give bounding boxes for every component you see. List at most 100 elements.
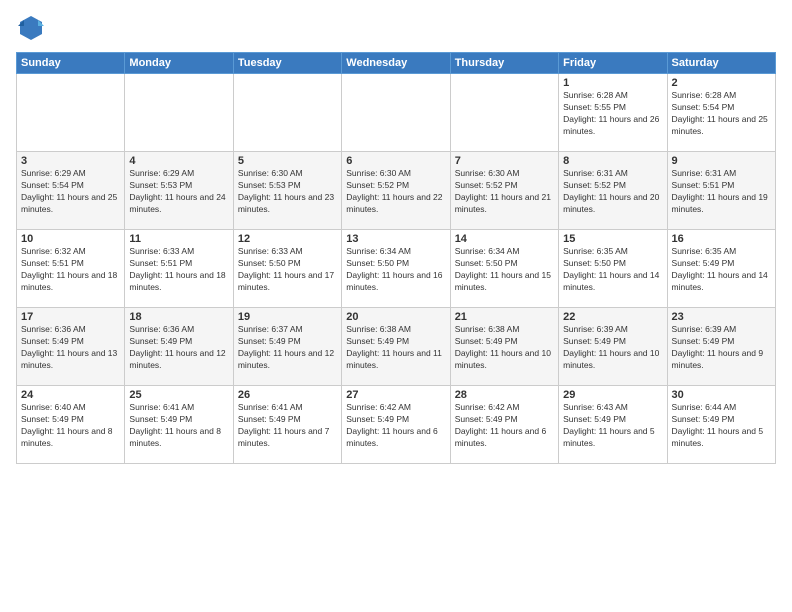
calendar-cell: 14Sunrise: 6:34 AM Sunset: 5:50 PM Dayli…	[450, 230, 558, 308]
day-number: 26	[238, 389, 337, 401]
calendar-cell	[17, 74, 125, 152]
calendar-cell: 28Sunrise: 6:42 AM Sunset: 5:49 PM Dayli…	[450, 386, 558, 464]
day-info: Sunrise: 6:41 AM Sunset: 5:49 PM Dayligh…	[238, 402, 337, 450]
day-number: 24	[21, 389, 120, 401]
day-number: 27	[346, 389, 445, 401]
calendar-table: SundayMondayTuesdayWednesdayThursdayFrid…	[16, 52, 776, 464]
day-info: Sunrise: 6:38 AM Sunset: 5:49 PM Dayligh…	[346, 324, 445, 372]
day-info: Sunrise: 6:28 AM Sunset: 5:55 PM Dayligh…	[563, 90, 662, 138]
day-number: 4	[129, 155, 228, 167]
day-number: 25	[129, 389, 228, 401]
day-info: Sunrise: 6:38 AM Sunset: 5:49 PM Dayligh…	[455, 324, 554, 372]
day-info: Sunrise: 6:41 AM Sunset: 5:49 PM Dayligh…	[129, 402, 228, 450]
day-info: Sunrise: 6:30 AM Sunset: 5:52 PM Dayligh…	[346, 168, 445, 216]
day-info: Sunrise: 6:30 AM Sunset: 5:53 PM Dayligh…	[238, 168, 337, 216]
day-info: Sunrise: 6:40 AM Sunset: 5:49 PM Dayligh…	[21, 402, 120, 450]
day-info: Sunrise: 6:33 AM Sunset: 5:51 PM Dayligh…	[129, 246, 228, 294]
calendar-cell: 16Sunrise: 6:35 AM Sunset: 5:49 PM Dayli…	[667, 230, 775, 308]
day-info: Sunrise: 6:44 AM Sunset: 5:49 PM Dayligh…	[672, 402, 771, 450]
day-number: 1	[563, 77, 662, 89]
day-number: 3	[21, 155, 120, 167]
calendar-cell: 10Sunrise: 6:32 AM Sunset: 5:51 PM Dayli…	[17, 230, 125, 308]
day-number: 22	[563, 311, 662, 323]
weekday-header-thursday: Thursday	[450, 53, 558, 74]
day-info: Sunrise: 6:33 AM Sunset: 5:50 PM Dayligh…	[238, 246, 337, 294]
calendar-week-row: 10Sunrise: 6:32 AM Sunset: 5:51 PM Dayli…	[17, 230, 776, 308]
calendar-week-row: 17Sunrise: 6:36 AM Sunset: 5:49 PM Dayli…	[17, 308, 776, 386]
calendar-cell: 23Sunrise: 6:39 AM Sunset: 5:49 PM Dayli…	[667, 308, 775, 386]
day-info: Sunrise: 6:42 AM Sunset: 5:49 PM Dayligh…	[346, 402, 445, 450]
day-info: Sunrise: 6:39 AM Sunset: 5:49 PM Dayligh…	[672, 324, 771, 372]
day-info: Sunrise: 6:30 AM Sunset: 5:52 PM Dayligh…	[455, 168, 554, 216]
day-info: Sunrise: 6:39 AM Sunset: 5:49 PM Dayligh…	[563, 324, 662, 372]
day-number: 12	[238, 233, 337, 245]
calendar-cell	[233, 74, 341, 152]
day-info: Sunrise: 6:37 AM Sunset: 5:49 PM Dayligh…	[238, 324, 337, 372]
day-number: 2	[672, 77, 771, 89]
calendar-cell: 24Sunrise: 6:40 AM Sunset: 5:49 PM Dayli…	[17, 386, 125, 464]
day-info: Sunrise: 6:29 AM Sunset: 5:53 PM Dayligh…	[129, 168, 228, 216]
day-info: Sunrise: 6:36 AM Sunset: 5:49 PM Dayligh…	[129, 324, 228, 372]
day-info: Sunrise: 6:42 AM Sunset: 5:49 PM Dayligh…	[455, 402, 554, 450]
calendar-cell: 27Sunrise: 6:42 AM Sunset: 5:49 PM Dayli…	[342, 386, 450, 464]
day-number: 30	[672, 389, 771, 401]
day-info: Sunrise: 6:36 AM Sunset: 5:49 PM Dayligh…	[21, 324, 120, 372]
weekday-header-friday: Friday	[559, 53, 667, 74]
calendar-cell: 11Sunrise: 6:33 AM Sunset: 5:51 PM Dayli…	[125, 230, 233, 308]
calendar-week-row: 1Sunrise: 6:28 AM Sunset: 5:55 PM Daylig…	[17, 74, 776, 152]
calendar-cell: 30Sunrise: 6:44 AM Sunset: 5:49 PM Dayli…	[667, 386, 775, 464]
calendar-cell	[450, 74, 558, 152]
day-number: 8	[563, 155, 662, 167]
calendar-cell: 6Sunrise: 6:30 AM Sunset: 5:52 PM Daylig…	[342, 152, 450, 230]
day-number: 21	[455, 311, 554, 323]
calendar-cell: 4Sunrise: 6:29 AM Sunset: 5:53 PM Daylig…	[125, 152, 233, 230]
day-number: 5	[238, 155, 337, 167]
calendar-week-row: 24Sunrise: 6:40 AM Sunset: 5:49 PM Dayli…	[17, 386, 776, 464]
calendar-cell	[125, 74, 233, 152]
day-number: 29	[563, 389, 662, 401]
day-number: 11	[129, 233, 228, 245]
calendar-cell: 1Sunrise: 6:28 AM Sunset: 5:55 PM Daylig…	[559, 74, 667, 152]
calendar-cell: 19Sunrise: 6:37 AM Sunset: 5:49 PM Dayli…	[233, 308, 341, 386]
day-number: 10	[21, 233, 120, 245]
day-info: Sunrise: 6:31 AM Sunset: 5:51 PM Dayligh…	[672, 168, 771, 216]
calendar-cell: 17Sunrise: 6:36 AM Sunset: 5:49 PM Dayli…	[17, 308, 125, 386]
calendar-cell: 3Sunrise: 6:29 AM Sunset: 5:54 PM Daylig…	[17, 152, 125, 230]
weekday-header-sunday: Sunday	[17, 53, 125, 74]
weekday-header-saturday: Saturday	[667, 53, 775, 74]
day-info: Sunrise: 6:43 AM Sunset: 5:49 PM Dayligh…	[563, 402, 662, 450]
day-number: 15	[563, 233, 662, 245]
calendar-cell: 9Sunrise: 6:31 AM Sunset: 5:51 PM Daylig…	[667, 152, 775, 230]
calendar-cell: 22Sunrise: 6:39 AM Sunset: 5:49 PM Dayli…	[559, 308, 667, 386]
calendar-cell: 13Sunrise: 6:34 AM Sunset: 5:50 PM Dayli…	[342, 230, 450, 308]
calendar-cell: 26Sunrise: 6:41 AM Sunset: 5:49 PM Dayli…	[233, 386, 341, 464]
day-number: 18	[129, 311, 228, 323]
weekday-header-tuesday: Tuesday	[233, 53, 341, 74]
logo	[16, 12, 50, 42]
weekday-header-monday: Monday	[125, 53, 233, 74]
calendar-cell: 21Sunrise: 6:38 AM Sunset: 5:49 PM Dayli…	[450, 308, 558, 386]
day-info: Sunrise: 6:34 AM Sunset: 5:50 PM Dayligh…	[455, 246, 554, 294]
day-number: 14	[455, 233, 554, 245]
day-number: 19	[238, 311, 337, 323]
day-number: 28	[455, 389, 554, 401]
day-number: 6	[346, 155, 445, 167]
day-info: Sunrise: 6:34 AM Sunset: 5:50 PM Dayligh…	[346, 246, 445, 294]
day-number: 7	[455, 155, 554, 167]
day-number: 9	[672, 155, 771, 167]
day-info: Sunrise: 6:35 AM Sunset: 5:49 PM Dayligh…	[672, 246, 771, 294]
day-info: Sunrise: 6:29 AM Sunset: 5:54 PM Dayligh…	[21, 168, 120, 216]
day-info: Sunrise: 6:32 AM Sunset: 5:51 PM Dayligh…	[21, 246, 120, 294]
day-number: 20	[346, 311, 445, 323]
day-info: Sunrise: 6:35 AM Sunset: 5:50 PM Dayligh…	[563, 246, 662, 294]
calendar-cell: 25Sunrise: 6:41 AM Sunset: 5:49 PM Dayli…	[125, 386, 233, 464]
day-number: 17	[21, 311, 120, 323]
calendar-cell: 29Sunrise: 6:43 AM Sunset: 5:49 PM Dayli…	[559, 386, 667, 464]
calendar-week-row: 3Sunrise: 6:29 AM Sunset: 5:54 PM Daylig…	[17, 152, 776, 230]
day-number: 23	[672, 311, 771, 323]
calendar-cell: 20Sunrise: 6:38 AM Sunset: 5:49 PM Dayli…	[342, 308, 450, 386]
day-number: 16	[672, 233, 771, 245]
calendar-cell: 7Sunrise: 6:30 AM Sunset: 5:52 PM Daylig…	[450, 152, 558, 230]
calendar-header-row: SundayMondayTuesdayWednesdayThursdayFrid…	[17, 53, 776, 74]
calendar-cell: 12Sunrise: 6:33 AM Sunset: 5:50 PM Dayli…	[233, 230, 341, 308]
